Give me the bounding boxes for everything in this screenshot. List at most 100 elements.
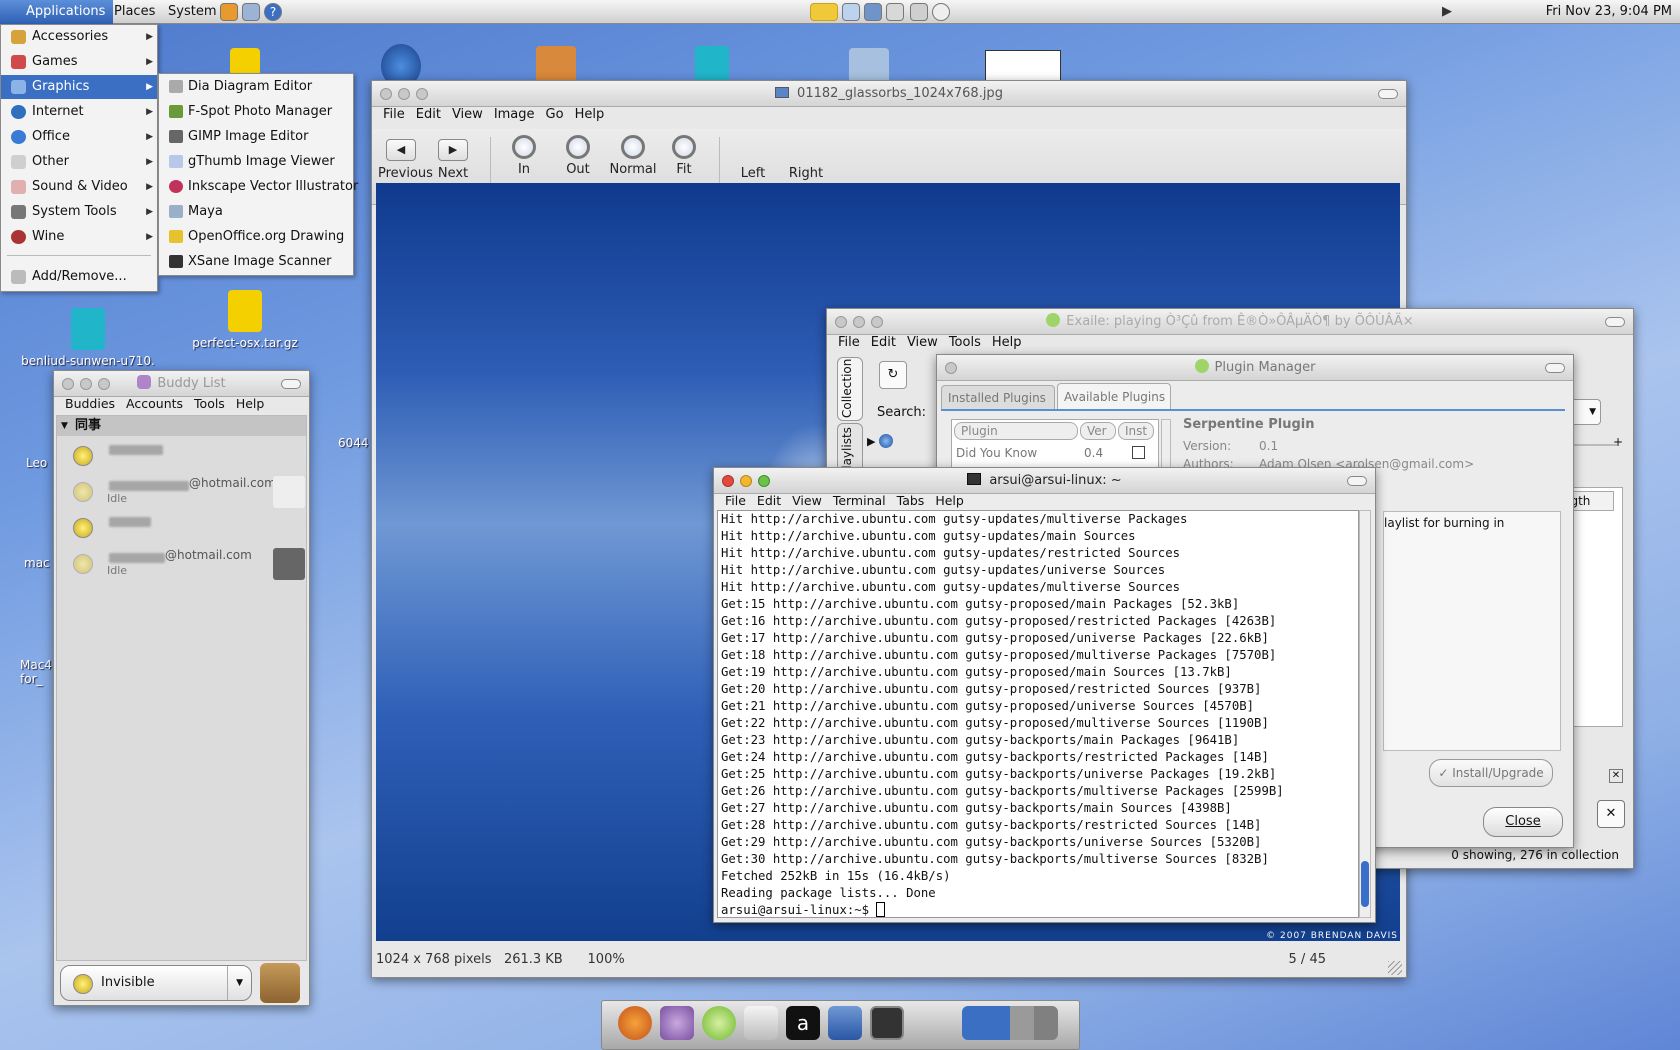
clock[interactable]: Fri Nov 23, 9:04 PM: [1546, 0, 1672, 24]
workspace-tray-icon[interactable]: [886, 3, 904, 21]
menu-help[interactable]: Help: [992, 332, 1022, 354]
desktop-icon-perfect-osx[interactable]: perfect-osx.tar.gz: [190, 290, 300, 350]
update-tray-icon[interactable]: [842, 3, 860, 21]
collapse-pill-button[interactable]: [1378, 89, 1398, 99]
menu-terminal[interactable]: Terminal: [833, 490, 886, 512]
menu-tools[interactable]: Tools: [949, 332, 981, 354]
printer-tray-icon[interactable]: [910, 3, 928, 21]
menu-go[interactable]: Go: [546, 104, 564, 126]
zoom-fit-button[interactable]: Fit: [666, 135, 702, 177]
zoom-in-button[interactable]: In: [504, 135, 544, 177]
menu-image[interactable]: Image: [494, 104, 535, 126]
submenu-item-dia[interactable]: Dia Diagram Editor: [159, 74, 353, 99]
previous-button[interactable]: ◀ Previous: [378, 135, 433, 181]
collapse-pill-button[interactable]: [1605, 317, 1625, 327]
submenu-item-xsane[interactable]: XSane Image Scanner: [159, 249, 353, 274]
submenu-item-oodraw[interactable]: OpenOffice.org Drawing: [159, 224, 353, 249]
zoom-out-button[interactable]: Out: [558, 135, 598, 177]
close-button[interactable]: [945, 362, 957, 374]
close-button[interactable]: [62, 378, 74, 390]
zoom-button[interactable]: [871, 316, 883, 328]
submenu-item-gthumb[interactable]: gThumb Image Viewer: [159, 149, 353, 174]
status-selector[interactable]: Invisible ▼: [60, 965, 252, 1001]
menu-item-internet[interactable]: Internet ▶: [1, 100, 157, 124]
menu-tools[interactable]: Tools: [194, 393, 225, 415]
menu-item-system-tools[interactable]: System Tools ▶: [1, 200, 157, 224]
refresh-button[interactable]: ↻: [879, 361, 907, 389]
close-icon[interactable]: ✕: [1609, 769, 1623, 783]
terminal-scrollbar[interactable]: [1359, 510, 1371, 918]
buddy-row[interactable]: [61, 510, 309, 546]
desktop-icon-leo[interactable]: Leo: [26, 456, 52, 470]
collapse-pill-button[interactable]: [1347, 476, 1367, 486]
menu-help[interactable]: Help: [575, 104, 605, 126]
stop-button[interactable]: ✕: [1597, 800, 1625, 828]
menu-view[interactable]: View: [792, 490, 822, 512]
zoom-button[interactable]: [758, 475, 770, 487]
submenu-item-maya[interactable]: Maya: [159, 199, 353, 224]
minimize-button[interactable]: [853, 316, 865, 328]
tab-collection[interactable]: Collection: [837, 357, 863, 421]
menu-item-games[interactable]: Games ▶: [1, 50, 157, 74]
plugin-description-area[interactable]: laylist for burning in: [1383, 511, 1561, 751]
menu-tabs[interactable]: Tabs: [897, 490, 925, 512]
terminal-icon[interactable]: [870, 1006, 904, 1040]
help-icon[interactable]: ?: [264, 3, 282, 21]
menu-item-accessories[interactable]: Accessories ▶: [1, 25, 157, 49]
menu-item-wine[interactable]: Wine ▶: [1, 225, 157, 249]
menu-edit[interactable]: Edit: [757, 490, 781, 512]
desktop-icon-6044[interactable]: 6044: [338, 436, 372, 450]
display-tray-icon[interactable]: [864, 3, 882, 21]
menu-view[interactable]: View: [907, 332, 938, 354]
plugin-manager-titlebar[interactable]: Plugin Manager: [937, 355, 1573, 381]
firefox-icon[interactable]: [618, 1006, 652, 1040]
plus-icon[interactable]: +: [1613, 435, 1623, 449]
menu-item-sound-video[interactable]: Sound & Video ▶: [1, 175, 157, 199]
resize-grip-icon[interactable]: [1388, 961, 1402, 975]
menu-edit[interactable]: Edit: [416, 104, 441, 126]
minimize-button[interactable]: [740, 475, 752, 487]
terminal-output[interactable]: Hit http://archive.ubuntu.com gutsy-upda…: [717, 510, 1359, 918]
power-icon[interactable]: [932, 3, 950, 21]
pidgin-icon[interactable]: [660, 1006, 694, 1040]
menu-file[interactable]: File: [838, 332, 860, 354]
apple-icon[interactable]: [912, 1006, 946, 1040]
menu-file[interactable]: File: [725, 490, 746, 512]
exaile-icon[interactable]: [702, 1006, 736, 1040]
desktop-icon-benliud[interactable]: benliud-sunwen-u710.: [18, 308, 158, 368]
firefox-launcher-icon[interactable]: [220, 3, 238, 21]
menu-view[interactable]: View: [452, 104, 483, 126]
workspace-icon[interactable]: [962, 1006, 1058, 1040]
rotate-left-button[interactable]: Left: [736, 135, 770, 181]
buddy-row[interactable]: @hotmail.com Idle: [61, 546, 309, 582]
close-button[interactable]: [835, 316, 847, 328]
rotate-right-button[interactable]: Right: [786, 135, 826, 181]
collapse-pill-button[interactable]: [281, 379, 301, 389]
menu-edit[interactable]: Edit: [871, 332, 896, 354]
menu-item-other[interactable]: Other ▶: [1, 150, 157, 174]
group-header[interactable]: ▼ 同事: [57, 416, 306, 436]
column-header-inst[interactable]: Inst: [1118, 422, 1154, 440]
column-header-plugin[interactable]: Plugin: [954, 422, 1078, 440]
mail-icon[interactable]: [744, 1006, 778, 1040]
volume-icon[interactable]: ▶: [1442, 4, 1452, 19]
system-menu-button[interactable]: System: [160, 0, 224, 24]
menu-accounts[interactable]: Accounts: [126, 393, 183, 415]
submenu-item-inkscape[interactable]: Inkscape Vector Illustrator: [159, 174, 358, 199]
plugin-install-checkbox[interactable]: [1132, 446, 1145, 459]
address-book-icon[interactable]: [260, 963, 300, 1003]
zoom-button[interactable]: [98, 378, 110, 390]
tab-installed-plugins[interactable]: Installed Plugins: [941, 385, 1055, 409]
menu-buddies[interactable]: Buddies: [65, 393, 115, 415]
minimize-button[interactable]: [80, 378, 92, 390]
zoom-button[interactable]: [416, 88, 428, 100]
next-button[interactable]: ▶ Next: [436, 135, 470, 181]
menu-help[interactable]: Help: [935, 490, 964, 512]
buddy-row[interactable]: [61, 438, 309, 474]
close-dialog-button[interactable]: Close: [1483, 807, 1563, 837]
submenu-item-fspot[interactable]: F-Spot Photo Manager: [159, 99, 353, 124]
collection-expander[interactable]: ▶: [867, 434, 893, 448]
menu-item-office[interactable]: Office ▶: [1, 125, 157, 149]
mail-launcher-icon[interactable]: [242, 3, 260, 21]
desktop-icon-mac4[interactable]: Mac4 for_: [20, 658, 54, 686]
